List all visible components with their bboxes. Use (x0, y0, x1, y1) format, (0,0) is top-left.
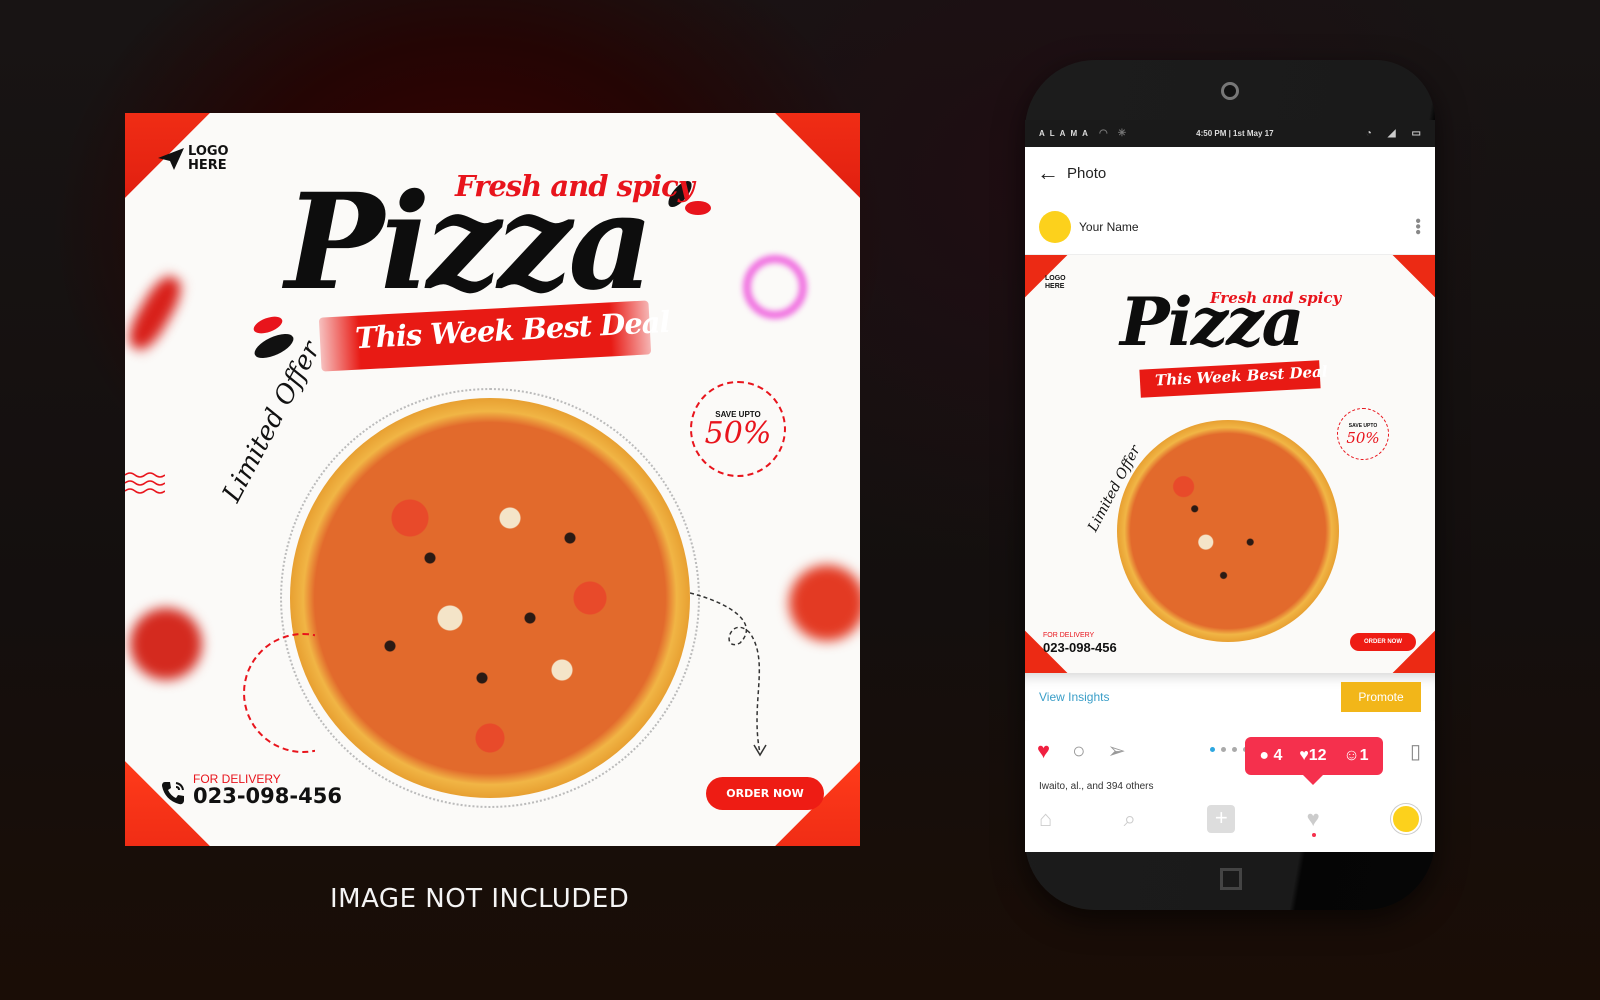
delivery-contact: FOR DELIVERY 023-098-456 (1043, 632, 1117, 657)
app-header: ← Photo (1025, 147, 1435, 199)
tomato-image (130, 608, 202, 680)
phone-number: 023-098-456 (193, 784, 342, 808)
tomato-image (789, 565, 860, 641)
profile-avatar[interactable] (1391, 804, 1421, 834)
follower-count: ☺1 (1343, 747, 1368, 765)
discount-value: 50% (704, 415, 772, 451)
tagline: Fresh and spicy (1210, 289, 1342, 307)
signal-icon: ◢ (1387, 128, 1396, 139)
page-dot (1232, 747, 1237, 752)
insights-bar: View Insights Promote (1025, 673, 1435, 721)
comment-count-value: 4 (1273, 747, 1283, 764)
logo-text: HERE (1045, 283, 1065, 290)
bookmark-icon[interactable]: ▯ (1410, 739, 1421, 764)
view-insights-link[interactable]: View Insights (1039, 690, 1109, 704)
order-now-button[interactable]: ORDER NOW (1350, 633, 1416, 651)
post-actions: ♥ ○ ➢ ● 4 ♥12 ☺1 ▯ (1025, 721, 1435, 785)
delivery-contact: FOR DELIVERY 023-098-456 (159, 773, 342, 807)
discount-badge: SAVE UPTO 50% (1337, 408, 1389, 460)
carrier-name: ALAMA (1039, 129, 1093, 138)
notification-dot (1312, 833, 1316, 837)
page-dot (1221, 747, 1226, 752)
comment-count: ● 4 (1259, 747, 1282, 765)
send-icon[interactable]: ➢ (1107, 740, 1125, 762)
alarm-icon: ◔ (1365, 128, 1372, 139)
comment-icon[interactable]: ○ (1072, 740, 1085, 762)
bluetooth-icon: ✳ (1117, 128, 1127, 139)
bottom-tab-bar: ⌂ ⌕ + ♥ (1025, 799, 1435, 839)
logo: LOGO HERE (158, 145, 229, 173)
paint-splash (685, 201, 711, 215)
tagline: Fresh and spicy (455, 169, 695, 203)
home-button[interactable] (1220, 868, 1242, 890)
delivery-label: FOR DELIVERY (1043, 632, 1095, 639)
promo-poster: LOGO HERE Pizza Fresh and spicy This Wee… (125, 113, 860, 846)
pizza-image (1117, 420, 1339, 642)
status-time: 4:50 PM | 1st May 17 (1196, 129, 1274, 138)
camera-icon (1221, 82, 1239, 100)
logo-text: HERE (188, 158, 227, 173)
promote-button[interactable]: Promote (1341, 682, 1421, 712)
add-icon[interactable]: + (1207, 805, 1236, 833)
logo-text: LOGO (1045, 275, 1066, 282)
screen-title: Photo (1067, 164, 1107, 182)
corner-decoration (1392, 255, 1435, 298)
paper-plane-icon (158, 148, 184, 170)
activity-heart-icon[interactable]: ♥ (1307, 806, 1320, 832)
phone-number: 023-098-456 (1043, 640, 1117, 655)
phone-screen: ← Photo Your Name ••• LOGO HERE Pizza Fr… (1025, 147, 1435, 852)
activity-notification: ● 4 ♥12 ☺1 (1245, 737, 1383, 785)
discount-value: 50% (1346, 429, 1380, 447)
heart-icon[interactable]: ♥ (1037, 740, 1050, 762)
logo-text: LOGO (188, 144, 229, 159)
author-name[interactable]: Your Name (1079, 220, 1405, 234)
user-icon: ☺ (1343, 747, 1360, 764)
dashed-arrow (690, 592, 767, 757)
like-count-value: 12 (1308, 747, 1327, 764)
page-dot (1210, 747, 1215, 752)
carousel-indicator (1210, 747, 1248, 752)
chili-image (125, 270, 188, 356)
likes-summary[interactable]: Iwaito, al., and 394 others (1025, 781, 1435, 799)
phone-call-icon (162, 782, 184, 805)
paint-splash (251, 313, 285, 337)
corner-decoration (775, 113, 860, 198)
kebab-menu-icon[interactable]: ••• (1409, 218, 1426, 235)
post-image[interactable]: LOGO HERE Pizza Fresh and spicy This Wee… (1025, 255, 1435, 673)
phone-mockup: ALAMA ◠ ✳ 4:50 PM | 1st May 17 ◔ ◢ ▭ ← P… (1025, 60, 1435, 910)
home-icon[interactable]: ⌂ (1039, 806, 1052, 832)
follower-count-value: 1 (1359, 747, 1369, 764)
heart-icon: ♥ (1299, 747, 1309, 764)
onion-ring-image (743, 255, 807, 319)
caption: IMAGE NOT INCLUDED (330, 884, 630, 914)
battery-icon: ▭ (1411, 128, 1421, 139)
like-count: ♥12 (1299, 747, 1326, 765)
wifi-icon: ◠ (1099, 128, 1108, 139)
post-author: Your Name ••• (1025, 199, 1435, 255)
status-bar: ALAMA ◠ ✳ 4:50 PM | 1st May 17 ◔ ◢ ▭ (1025, 120, 1435, 147)
avatar[interactable] (1039, 210, 1071, 243)
logo: LOGO HERE (1045, 275, 1066, 291)
arrow-left-icon[interactable]: ← (1037, 162, 1059, 184)
discount-badge: SAVE UPTO 50% (690, 381, 786, 477)
wave-decoration (125, 472, 165, 494)
pizza-image (290, 398, 690, 798)
order-now-button[interactable]: ORDER NOW (706, 777, 824, 810)
search-icon[interactable]: ⌕ (1124, 806, 1136, 832)
limited-offer-label: Limited Offer (217, 336, 327, 508)
comment-icon: ● (1259, 747, 1270, 764)
